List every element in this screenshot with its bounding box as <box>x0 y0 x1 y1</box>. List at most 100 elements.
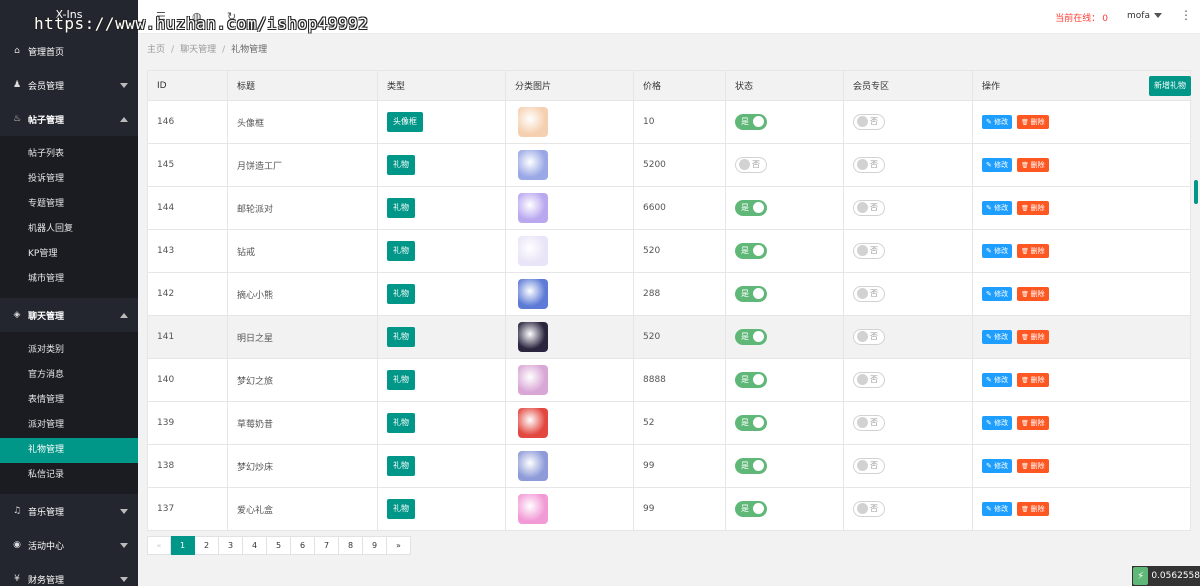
cell-price: 8888 <box>633 358 726 402</box>
delete-button[interactable]: 🗑 删除 <box>1017 373 1049 387</box>
sidebar-subitem[interactable]: 专题管理 <box>0 192 138 217</box>
page-button[interactable]: 5 <box>267 536 291 555</box>
sidebar-item-3[interactable]: ◈ 聊天管理 <box>0 298 138 332</box>
sidebar-subitem[interactable]: 投诉管理 <box>0 167 138 192</box>
pencil-icon: ✎ <box>986 376 995 384</box>
breadcrumb-home[interactable]: 主页 <box>147 45 165 55</box>
vip-switch[interactable]: 否 <box>853 157 885 173</box>
delete-button[interactable]: 🗑 删除 <box>1017 201 1049 215</box>
edit-button[interactable]: ✎ 修改 <box>982 502 1013 516</box>
edit-button[interactable]: ✎ 修改 <box>982 373 1013 387</box>
page-button[interactable]: 8 <box>339 536 363 555</box>
vip-switch[interactable]: 否 <box>853 415 885 431</box>
sidebar-item-5[interactable]: ◉ 活动中心 <box>0 528 138 562</box>
sidebar-item-4[interactable]: ♫ 音乐管理 <box>0 494 138 528</box>
status-switch[interactable]: 是 <box>735 415 767 431</box>
vip-switch[interactable]: 否 <box>853 200 885 216</box>
delete-button[interactable]: 🗑 删除 <box>1017 416 1049 430</box>
sidebar-subitem[interactable]: 表情管理 <box>0 388 138 413</box>
breadcrumb-chat[interactable]: 聊天管理 <box>180 45 216 55</box>
delete-button[interactable]: 🗑 删除 <box>1017 244 1049 258</box>
delete-button[interactable]: 🗑 删除 <box>1017 115 1049 129</box>
edit-button[interactable]: ✎ 修改 <box>982 459 1013 473</box>
delete-button[interactable]: 🗑 删除 <box>1017 287 1049 301</box>
sidebar-subitem[interactable]: 机器人回复 <box>0 217 138 242</box>
cell-image <box>505 401 634 445</box>
vip-switch[interactable]: 否 <box>853 329 885 345</box>
next-page-button[interactable]: » <box>387 536 411 555</box>
delete-button[interactable]: 🗑 删除 <box>1017 502 1049 516</box>
cell-actions: ✎ 修改 🗑 删除 <box>972 272 1191 316</box>
user-menu[interactable]: mofa <box>1127 11 1162 21</box>
edit-button[interactable]: ✎ 修改 <box>982 244 1013 258</box>
page-button[interactable]: 6 <box>291 536 315 555</box>
status-switch[interactable]: 否 <box>735 157 767 173</box>
vip-switch[interactable]: 否 <box>853 458 885 474</box>
sidebar-subitem[interactable]: 派对类别 <box>0 338 138 363</box>
cell-price: 6600 <box>633 186 726 230</box>
sidebar-subitem[interactable]: KP管理 <box>0 242 138 267</box>
cell-price: 99 <box>633 487 726 531</box>
edit-button[interactable]: ✎ 修改 <box>982 287 1013 301</box>
prev-page-button[interactable]: « <box>147 536 171 555</box>
sidebar-item-0[interactable]: ⌂ 管理首页 <box>0 34 138 68</box>
edit-button[interactable]: ✎ 修改 <box>982 158 1013 172</box>
status-switch[interactable]: 是 <box>735 243 767 259</box>
page-button[interactable]: 4 <box>243 536 267 555</box>
sidebar-subitem[interactable]: 城市管理 <box>0 267 138 292</box>
delete-label: 删除 <box>1030 419 1045 427</box>
edit-button[interactable]: ✎ 修改 <box>982 115 1013 129</box>
sidebar-subitem[interactable]: 私信记录 <box>0 463 138 488</box>
add-gift-button[interactable]: 新增礼物 <box>1149 76 1191 96</box>
vip-switch[interactable]: 否 <box>853 501 885 517</box>
sidebar-item-label: 聊天管理 <box>28 311 65 322</box>
status-switch[interactable]: 是 <box>735 372 767 388</box>
edit-button[interactable]: ✎ 修改 <box>982 416 1013 430</box>
vip-switch[interactable]: 否 <box>853 372 885 388</box>
page-button[interactable]: 2 <box>195 536 219 555</box>
switch-label: 是 <box>741 375 749 384</box>
type-tag: 礼物 <box>387 456 415 476</box>
vip-switch[interactable]: 否 <box>853 243 885 259</box>
sidebar-subitem[interactable]: 帖子列表 <box>0 142 138 167</box>
status-switch[interactable]: 是 <box>735 501 767 517</box>
scrollbar-thumb[interactable] <box>1194 180 1198 204</box>
vip-switch[interactable]: 否 <box>853 114 885 130</box>
status-switch[interactable]: 是 <box>735 458 767 474</box>
page-button[interactable]: 3 <box>219 536 243 555</box>
edit-button[interactable]: ✎ 修改 <box>982 201 1013 215</box>
sidebar-subitem[interactable]: 官方消息 <box>0 363 138 388</box>
sidebar-item-1[interactable]: ♟ 会员管理 <box>0 68 138 102</box>
status-switch[interactable]: 是 <box>735 329 767 345</box>
status-switch[interactable]: 是 <box>735 114 767 130</box>
more-icon[interactable]: ⋮ <box>1180 8 1192 22</box>
sidebar-item-2[interactable]: ♨ 帖子管理 <box>0 102 138 136</box>
switch-knob <box>753 202 764 213</box>
cell-price: 52 <box>633 401 726 445</box>
delete-button[interactable]: 🗑 删除 <box>1017 158 1049 172</box>
cell-title: 明日之星 <box>227 315 378 359</box>
sidebar-item-6[interactable]: ¥ 财务管理 <box>0 562 138 586</box>
sidebar-subitem[interactable]: 礼物管理 <box>0 438 138 463</box>
delete-button[interactable]: 🗑 删除 <box>1017 330 1049 344</box>
vip-switch[interactable]: 否 <box>853 286 885 302</box>
chevron-up-icon <box>120 313 128 318</box>
delete-button[interactable]: 🗑 删除 <box>1017 459 1049 473</box>
page-button[interactable]: 7 <box>315 536 339 555</box>
switch-label: 否 <box>870 160 878 169</box>
gift-thumbnail <box>518 236 548 266</box>
table-row: 146 头像框 头像框 10 是否 ✎ 修改 🗑 删除 <box>147 100 1191 144</box>
edit-button[interactable]: ✎ 修改 <box>982 330 1013 344</box>
status-switch[interactable]: 是 <box>735 200 767 216</box>
sidebar-item-label: 音乐管理 <box>28 507 65 518</box>
page-button[interactable]: 9 <box>363 536 387 555</box>
sidebar-subitem[interactable]: 派对管理 <box>0 413 138 438</box>
cell-status: 是 <box>725 401 844 445</box>
switch-knob <box>739 159 750 170</box>
table-row: 143 钻戒 礼物 520 是 否 ✎ 修改 🗑 删除 <box>147 229 1191 273</box>
edit-label: 修改 <box>994 376 1009 384</box>
status-switch[interactable]: 是 <box>735 286 767 302</box>
edit-label: 修改 <box>994 247 1009 255</box>
gift-thumbnail <box>518 408 548 438</box>
page-button[interactable]: 1 <box>171 536 195 555</box>
